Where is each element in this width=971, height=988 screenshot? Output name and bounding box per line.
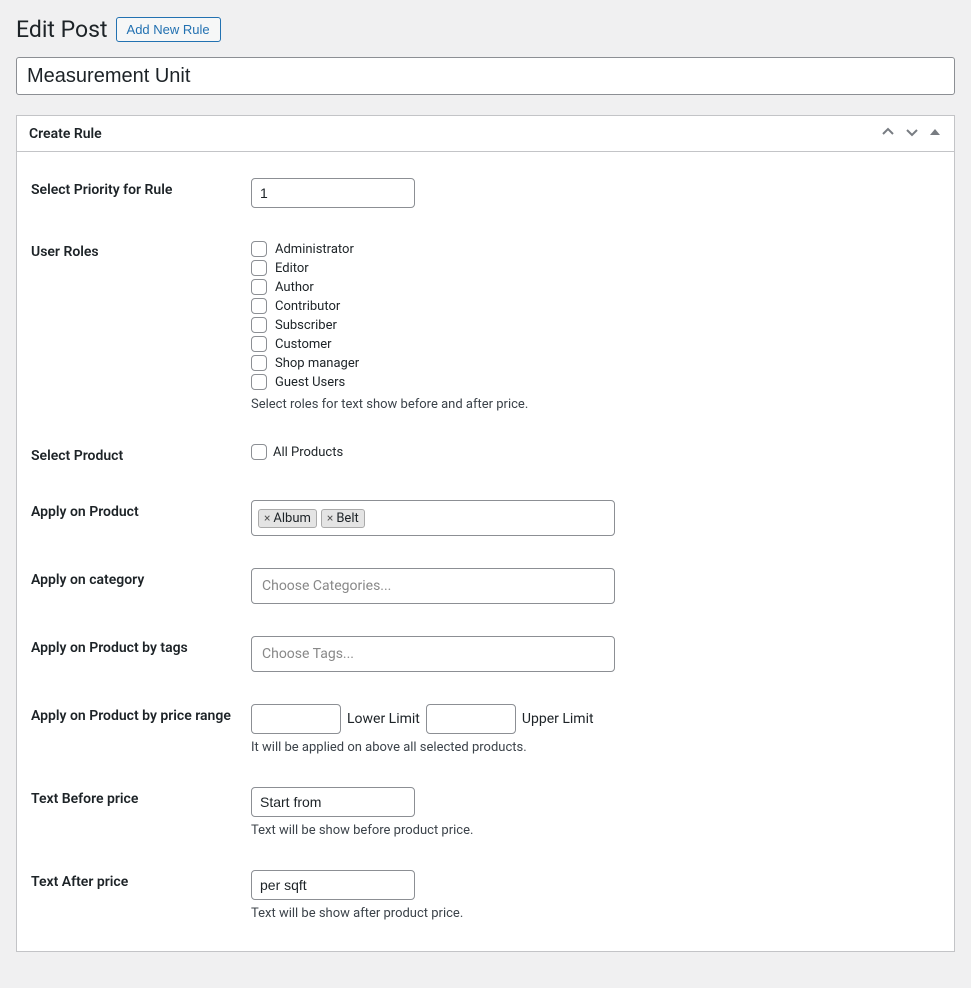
role-checkbox-contributor[interactable] <box>251 298 267 314</box>
page-title: Edit Post <box>16 16 108 43</box>
role-checkbox-shop-manager[interactable] <box>251 355 267 371</box>
role-checkbox-author[interactable] <box>251 279 267 295</box>
all-products-label: All Products <box>273 445 343 460</box>
role-label: Editor <box>275 261 309 276</box>
apply-product-select[interactable]: ×Album ×Belt <box>251 500 615 536</box>
text-before-input[interactable] <box>251 787 415 817</box>
priority-input[interactable] <box>251 178 415 208</box>
priority-label: Select Priority for Rule <box>31 162 251 224</box>
remove-tag-icon[interactable]: × <box>327 511 333 525</box>
text-before-description: Text will be show before product price. <box>251 823 940 838</box>
role-label: Guest Users <box>275 375 345 390</box>
tags-placeholder: Choose Tags... <box>258 646 354 662</box>
role-checkbox-subscriber[interactable] <box>251 317 267 333</box>
move-down-icon[interactable] <box>904 124 920 143</box>
user-roles-description: Select roles for text show before and af… <box>251 397 940 412</box>
role-label: Customer <box>275 337 332 352</box>
role-label: Subscriber <box>275 318 337 333</box>
text-after-input[interactable] <box>251 870 415 900</box>
product-tag-album: ×Album <box>258 509 317 528</box>
apply-price-range-label: Apply on Product by price range <box>31 688 251 771</box>
apply-product-label: Apply on Product <box>31 484 251 552</box>
role-label: Administrator <box>275 242 354 257</box>
user-roles-label: User Roles <box>31 224 251 428</box>
text-before-label: Text Before price <box>31 771 251 854</box>
upper-limit-input[interactable] <box>426 704 516 734</box>
remove-tag-icon[interactable]: × <box>264 511 270 525</box>
add-new-rule-button[interactable]: Add New Rule <box>116 17 221 42</box>
apply-tags-select[interactable]: Choose Tags... <box>251 636 615 672</box>
role-checkbox-editor[interactable] <box>251 260 267 276</box>
toggle-collapse-icon[interactable] <box>928 125 942 142</box>
apply-tags-label: Apply on Product by tags <box>31 620 251 688</box>
role-checkbox-administrator[interactable] <box>251 241 267 257</box>
role-label: Contributor <box>275 299 340 314</box>
metabox-title: Create Rule <box>29 126 102 142</box>
post-title-input[interactable] <box>16 57 955 95</box>
price-range-description: It will be applied on above all selected… <box>251 740 940 755</box>
apply-category-label: Apply on category <box>31 552 251 620</box>
lower-limit-label: Lower Limit <box>347 711 420 727</box>
apply-category-select[interactable]: Choose Categories... <box>251 568 615 604</box>
role-label: Author <box>275 280 314 295</box>
text-after-label: Text After price <box>31 854 251 937</box>
role-label: Shop manager <box>275 356 359 371</box>
user-roles-list: Administrator Editor Author Contributor … <box>251 240 940 391</box>
lower-limit-input[interactable] <box>251 704 341 734</box>
create-rule-metabox: Create Rule Select Priority for Rule <box>16 115 955 952</box>
role-checkbox-customer[interactable] <box>251 336 267 352</box>
all-products-checkbox[interactable] <box>251 444 267 460</box>
select-product-label: Select Product <box>31 428 251 484</box>
move-up-icon[interactable] <box>880 124 896 143</box>
upper-limit-label: Upper Limit <box>522 711 594 727</box>
text-after-description: Text will be show after product price. <box>251 906 940 921</box>
role-checkbox-guest-users[interactable] <box>251 374 267 390</box>
product-tag-belt: ×Belt <box>321 509 365 528</box>
category-placeholder: Choose Categories... <box>258 578 391 594</box>
